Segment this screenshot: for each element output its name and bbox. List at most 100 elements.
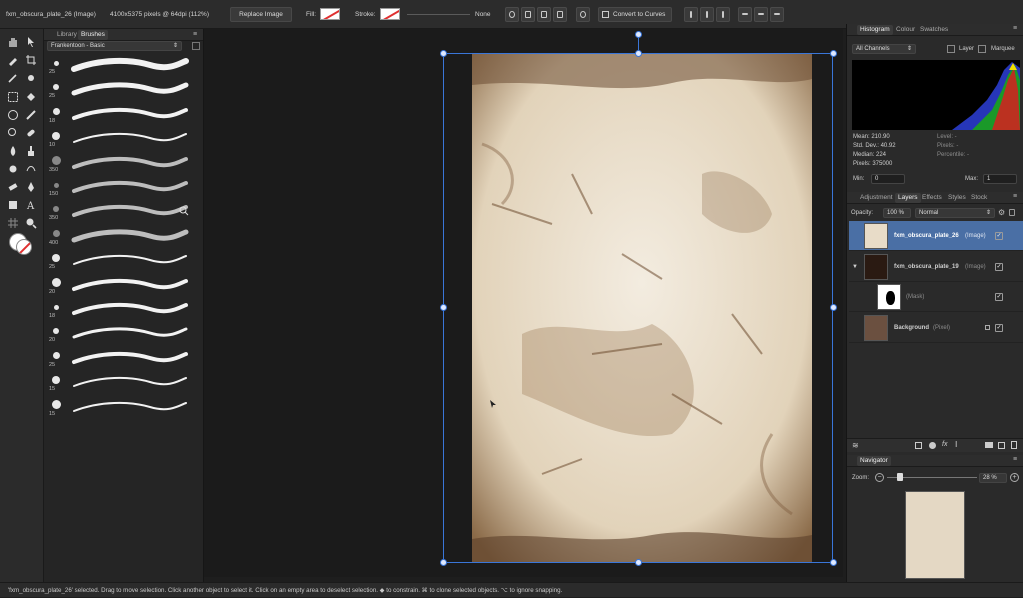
clone-tool-icon[interactable] xyxy=(25,145,37,157)
layer-visibility-checkbox[interactable]: ✓ xyxy=(995,293,1003,301)
zoom-out-icon[interactable]: − xyxy=(875,473,884,482)
brush-item[interactable]: 350 xyxy=(44,153,204,177)
layer-row[interactable]: ▼ fxm_obscura_plate_19 (Image) ✓ xyxy=(849,252,1023,282)
align-left-icon[interactable] xyxy=(684,7,698,22)
channel-select[interactable]: All Channels ⇕ xyxy=(852,44,916,54)
tab-library[interactable]: Library xyxy=(54,30,80,40)
flip-icon[interactable] xyxy=(553,7,567,22)
secondary-color-icon[interactable] xyxy=(16,239,32,255)
tab-styles[interactable]: Styles xyxy=(945,193,969,203)
brush-item[interactable]: 25 xyxy=(44,348,204,372)
selection-bounding-box[interactable] xyxy=(443,53,833,563)
rotation-handle[interactable] xyxy=(635,31,642,38)
panel-menu-icon[interactable]: ≡ xyxy=(193,31,197,38)
brush-item[interactable]: 150 xyxy=(44,177,204,201)
brush-item[interactable]: 25 xyxy=(44,250,204,274)
crop-tool-icon[interactable] xyxy=(25,54,37,66)
gear-icon[interactable]: ⚙ xyxy=(998,208,1005,217)
selection-brush-tool-icon[interactable] xyxy=(7,72,19,84)
brush-item[interactable]: 15 xyxy=(44,397,204,421)
brush-view-icon[interactable] xyxy=(192,42,200,50)
panel-menu-icon[interactable]: ≡ xyxy=(1013,25,1017,32)
blend-mode-select[interactable]: Normal ⇕ xyxy=(915,208,995,218)
layer-visibility-checkbox[interactable]: ✓ xyxy=(995,324,1003,332)
fill-swatch[interactable] xyxy=(320,8,340,20)
marquee-tool-icon[interactable] xyxy=(7,91,19,103)
navigator-preview[interactable] xyxy=(905,491,965,579)
brush-item[interactable]: 20 xyxy=(44,275,204,299)
paint-brush-tool-icon[interactable] xyxy=(25,109,37,121)
stroke-swatch[interactable] xyxy=(380,8,400,20)
panel-menu-icon[interactable]: ≡ xyxy=(1013,193,1017,200)
crop-icon[interactable] xyxy=(537,7,551,22)
text-tool-icon[interactable]: A xyxy=(25,199,37,212)
convert-to-curves-button[interactable]: Convert to Curves xyxy=(598,7,672,22)
tab-swatches[interactable]: Swatches xyxy=(917,25,951,35)
tab-effects[interactable]: Effects xyxy=(919,193,945,203)
lock-icon[interactable] xyxy=(1009,209,1015,216)
adjustment-icon[interactable] xyxy=(929,442,936,449)
tab-colour[interactable]: Colour xyxy=(893,25,918,35)
live-filter-icon[interactable]: Ⅰ xyxy=(955,440,957,449)
handle-middle-left[interactable] xyxy=(440,304,447,311)
fx-icon[interactable]: fx xyxy=(942,441,947,448)
flood-select-tool-icon[interactable] xyxy=(25,72,37,84)
add-layer-icon[interactable] xyxy=(998,442,1005,449)
brush-item[interactable]: 18 xyxy=(44,104,204,128)
align-middle-icon[interactable] xyxy=(754,7,768,22)
disclosure-triangle-icon[interactable]: ▼ xyxy=(852,264,858,270)
tab-brushes[interactable]: Brushes xyxy=(78,30,108,40)
move-tool-icon[interactable] xyxy=(25,36,37,48)
handle-top-middle[interactable] xyxy=(635,50,642,57)
mesh-warp-tool-icon[interactable] xyxy=(7,217,19,229)
replace-image-button[interactable]: Replace Image xyxy=(230,7,292,22)
brush-category-select[interactable]: Frankentoon - Basic ⇕ xyxy=(47,41,182,51)
brush-item[interactable]: 25 xyxy=(44,79,204,103)
tab-navigator[interactable]: Navigator xyxy=(857,456,891,466)
transform-icon[interactable] xyxy=(521,7,535,22)
trash-icon[interactable] xyxy=(1011,441,1017,449)
layer-stack-icon[interactable]: ≋ xyxy=(852,441,859,450)
fill-tool-icon[interactable] xyxy=(25,91,37,103)
handle-bottom-left[interactable] xyxy=(440,559,447,566)
min-input[interactable]: 0 xyxy=(871,174,905,184)
blur-tool-icon[interactable] xyxy=(7,145,19,157)
zoom-slider-thumb[interactable] xyxy=(897,473,903,481)
erase-tool-icon[interactable] xyxy=(7,181,19,193)
layer-row[interactable]: Background (Pixel) ✓ xyxy=(849,313,1023,343)
layer-visibility-checkbox[interactable]: ✓ xyxy=(995,232,1003,240)
panel-menu-icon[interactable]: ≡ xyxy=(1013,456,1017,463)
folder-icon[interactable] xyxy=(985,442,993,448)
layer-row[interactable]: (Mask) ✓ xyxy=(849,282,1023,312)
tab-stock[interactable]: Stock xyxy=(968,193,990,203)
stroke-width-slider[interactable] xyxy=(407,14,470,15)
zoom-in-icon[interactable]: + xyxy=(1010,473,1019,482)
liquify-tool-icon[interactable] xyxy=(25,163,37,175)
rotate-icon[interactable] xyxy=(576,7,590,22)
align-center-icon[interactable] xyxy=(700,7,714,22)
layer-checkbox[interactable] xyxy=(947,45,955,53)
canvas-area[interactable] xyxy=(204,29,843,577)
handle-top-left[interactable] xyxy=(440,50,447,57)
handle-top-right[interactable] xyxy=(830,50,837,57)
transform-origin-icon[interactable] xyxy=(505,7,519,22)
layer-visibility-checkbox[interactable]: ✓ xyxy=(995,263,1003,271)
zoom-input[interactable]: 28 % xyxy=(979,473,1007,483)
layer-row[interactable]: fxm_obscura_plate_26 (Image) ✓ xyxy=(849,221,1023,251)
max-input[interactable]: 1 xyxy=(983,174,1017,184)
zoom-tool-icon[interactable] xyxy=(25,217,37,229)
align-bottom-icon[interactable] xyxy=(770,7,784,22)
handle-bottom-right[interactable] xyxy=(830,559,837,566)
pen-tool-icon[interactable] xyxy=(25,181,37,193)
brush-item[interactable]: 400 xyxy=(44,226,204,250)
brush-item[interactable]: 18 xyxy=(44,299,204,323)
brush-item[interactable]: 10 xyxy=(44,128,204,152)
align-right-icon[interactable] xyxy=(716,7,730,22)
marquee-checkbox[interactable] xyxy=(978,45,986,53)
tab-histogram[interactable]: Histogram xyxy=(857,25,893,35)
opacity-select[interactable]: 100 % xyxy=(883,208,911,218)
tab-adjustment[interactable]: Adjustment xyxy=(857,193,896,203)
healing-brush-tool-icon[interactable] xyxy=(25,127,37,139)
smudge-tool-icon[interactable] xyxy=(7,163,19,175)
mask-layer-icon[interactable] xyxy=(915,442,922,449)
